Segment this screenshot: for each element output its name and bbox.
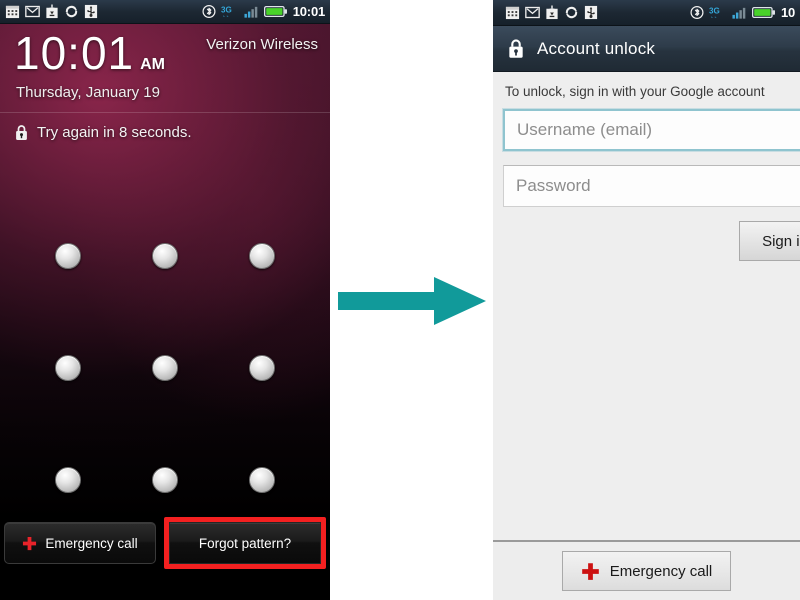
emergency-call-button[interactable]: Emergency call: [561, 551, 732, 591]
right-phone-account-unlock-panel: 3G 10 Account unlock To unlock, sign in …: [493, 0, 800, 600]
sync-icon: [65, 5, 78, 18]
gmail-icon: [525, 6, 540, 19]
transition-area: [330, 0, 493, 600]
usb-icon: [584, 5, 598, 20]
pattern-lock-grid[interactable]: [20, 200, 310, 536]
pattern-dot[interactable]: [55, 355, 82, 381]
sign-in-button[interactable]: Sign in: [739, 221, 800, 261]
gmail-icon: [25, 5, 40, 18]
lock-icon: [16, 125, 27, 140]
calendar-icon: [505, 6, 520, 20]
pattern-dot[interactable]: [151, 355, 178, 381]
pattern-dot[interactable]: [151, 243, 178, 269]
lockscreen-ampm: AM: [140, 56, 166, 73]
left-status-bar-system-icons: 3G 10:01: [202, 4, 325, 19]
emergency-call-label: Emergency call: [609, 562, 713, 580]
lockscreen-time: 10:01: [14, 27, 135, 79]
red-cross-icon: [581, 562, 599, 580]
signal-bars-icon: [244, 6, 258, 18]
left-status-bar: 3G 10:01: [0, 0, 330, 24]
emergency-call-label: Emergency call: [45, 535, 138, 551]
lockscreen-clock: 10:01 AM: [14, 30, 165, 76]
download-icon: [546, 5, 558, 20]
calendar-icon: [5, 5, 20, 19]
sign-in-label: Sign in: [762, 232, 800, 250]
lock-icon: [509, 39, 523, 58]
pattern-dot[interactable]: [55, 467, 82, 493]
pattern-dot[interactable]: [55, 243, 82, 269]
sync-icon: [565, 6, 578, 19]
carrier-label: Verizon Wireless: [206, 36, 318, 53]
page-title: Account unlock: [537, 38, 656, 58]
signin-instruction: To unlock, sign in with your Google acco…: [505, 84, 765, 99]
signal-bars-icon: [732, 7, 746, 19]
network-3g-icon: 3G: [709, 6, 720, 18]
forgot-pattern-label: Forgot pattern?: [198, 535, 292, 551]
forgot-pattern-button[interactable]: Forgot pattern?: [169, 522, 321, 564]
flow-arrow-icon: [338, 277, 486, 325]
left-status-bar-notification-icons: [5, 4, 98, 19]
username-input[interactable]: Username (email): [503, 109, 800, 151]
right-bottom-action-bar: Emergency call: [493, 540, 800, 600]
left-status-bar-clock: 10:01: [292, 4, 325, 19]
lockscreen-date: Thursday, January 19: [16, 84, 160, 101]
emergency-call-button[interactable]: Emergency call: [4, 522, 156, 564]
right-status-bar-clock: 10: [780, 5, 795, 20]
lockout-message-row: Try again in 8 seconds.: [14, 124, 192, 141]
account-unlock-form: To unlock, sign in with your Google acco…: [493, 72, 800, 542]
emergency-call-wrap: Emergency call: [4, 522, 156, 564]
bluetooth-icon: [202, 4, 216, 19]
right-status-bar-system-icons: 3G 10: [690, 5, 795, 20]
forgot-pattern-highlight: Forgot pattern?: [164, 517, 326, 569]
svg-text:3G: 3G: [221, 5, 232, 14]
red-cross-icon: [23, 536, 37, 550]
pattern-dot[interactable]: [248, 467, 275, 493]
right-status-bar: 3G 10: [493, 0, 800, 26]
signin-button-row: Sign in: [503, 221, 800, 261]
password-input[interactable]: Password: [503, 165, 800, 207]
battery-icon: [751, 6, 775, 19]
left-phone-lockscreen-panel: 3G 10:01 10:01 AM Verizon Wireless Thurs…: [0, 0, 330, 600]
pattern-dot[interactable]: [248, 355, 275, 381]
lockscreen-action-bar: Emergency call Forgot pattern?: [0, 517, 330, 569]
right-status-bar-notification-icons: [505, 5, 598, 20]
network-3g-icon: 3G: [221, 5, 232, 17]
battery-icon: [263, 5, 287, 18]
lockscreen-wallpaper: 10:01 AM Verizon Wireless Thursday, Janu…: [0, 24, 330, 600]
usb-icon: [84, 4, 98, 19]
password-placeholder: Password: [516, 176, 591, 195]
pattern-dot[interactable]: [151, 467, 178, 493]
username-placeholder: Username (email): [517, 120, 653, 139]
pattern-dot[interactable]: [248, 243, 275, 269]
bluetooth-icon: [690, 5, 704, 20]
download-icon: [46, 4, 58, 19]
lockscreen-divider: [0, 112, 330, 113]
account-unlock-title-bar: Account unlock: [493, 26, 800, 72]
svg-text:3G: 3G: [709, 6, 720, 15]
lockout-message: Try again in 8 seconds.: [37, 124, 192, 141]
